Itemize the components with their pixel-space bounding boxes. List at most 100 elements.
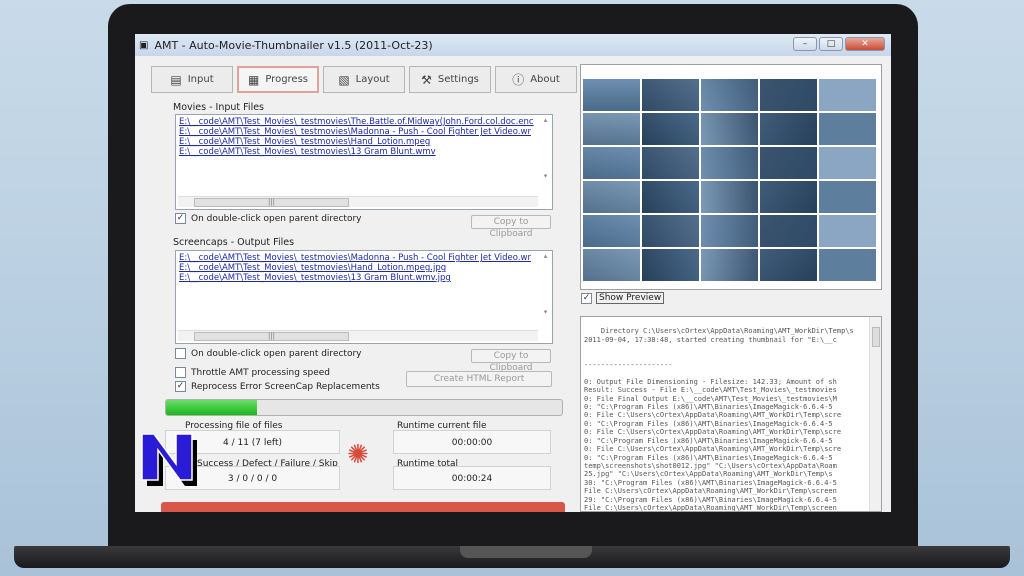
maximize-button[interactable]: □	[819, 37, 843, 51]
thumbnail-frame	[701, 79, 758, 111]
vertical-scrollbar[interactable]: ▴ ▾	[540, 116, 551, 208]
input-open-parent-row[interactable]: ✓ On double-click open parent directory	[175, 213, 362, 224]
input-files-label: Movies - Input Files	[173, 102, 264, 113]
thumbnail-frame	[760, 113, 817, 145]
reprocess-checkbox[interactable]: ✓	[175, 381, 186, 392]
window-title: AMT - Auto-Movie-Thumbnailer v1.5 (2011-…	[154, 38, 433, 52]
thumbnail-preview	[580, 64, 882, 290]
thumbnail-frame	[819, 147, 876, 179]
list-item[interactable]: E:\__code\AMT\Test_Movies\_testmovies\13…	[179, 273, 549, 283]
show-preview-label: Show Preview	[596, 292, 665, 304]
thumbnail-frame	[583, 249, 640, 281]
thumbnail-frame	[760, 79, 817, 111]
scroll-thumb[interactable]: |||	[194, 332, 349, 341]
thumbnail-frame	[642, 79, 699, 111]
thumbnail-frame	[583, 215, 640, 247]
show-preview-checkbox[interactable]: ✓	[581, 292, 592, 304]
log-output[interactable]: Directory C:\Users\cOrtex\AppData\Roamin…	[580, 316, 882, 512]
thumbnail-frame	[760, 147, 817, 179]
throttle-row[interactable]: Throttle AMT processing speed	[175, 367, 330, 378]
thumbnail-frame	[701, 181, 758, 213]
tab-layout[interactable]: ▧ Layout	[323, 66, 405, 93]
thumbnail-frame	[642, 181, 699, 213]
checkbox-label: On double-click open parent directory	[191, 348, 362, 359]
throttle-checkbox[interactable]	[175, 367, 186, 378]
close-button[interactable]: ✕	[845, 37, 885, 51]
thumbnail-frame	[819, 79, 876, 111]
stop-button[interactable]	[161, 502, 565, 512]
preview-header	[581, 65, 881, 77]
output-files-list[interactable]: E:\__code\AMT\Test_Movies\_testmovies\Ma…	[175, 250, 553, 344]
thumbnail-frame	[642, 147, 699, 179]
thumbnail-frame	[760, 181, 817, 213]
tab-input[interactable]: ▤ Input	[151, 66, 233, 93]
minimize-button[interactable]: –	[793, 37, 817, 51]
tab-label: Settings	[437, 74, 479, 85]
input-files-list[interactable]: E:\__code\AMT\Test_Movies\_testmovies\Th…	[175, 114, 553, 210]
horizontal-scrollbar[interactable]: |||	[178, 196, 538, 207]
list-item[interactable]: E:\__code\AMT\Test_Movies\_testmovies\Ma…	[179, 127, 549, 137]
progress-bar	[165, 399, 563, 416]
thumbnail-frame	[760, 215, 817, 247]
thumbnail-frame	[583, 113, 640, 145]
about-icon: ⓘ	[512, 73, 525, 87]
horizontal-scrollbar[interactable]: |||	[178, 330, 538, 341]
thumbnail-frame	[701, 249, 758, 281]
thumbnail-frame	[701, 215, 758, 247]
thumbnail-frame	[819, 181, 876, 213]
checkbox-label: Throttle AMT processing speed	[191, 367, 330, 378]
n-logo-icon	[141, 433, 197, 486]
thumbnail-frame	[642, 249, 699, 281]
thumbnail-frame	[819, 215, 876, 247]
scroll-thumb[interactable]	[872, 327, 880, 347]
log-scrollbar[interactable]	[869, 317, 881, 511]
layout-icon: ▧	[338, 72, 350, 87]
title-bar: ▣ AMT - Auto-Movie-Thumbnailer v1.5 (201…	[135, 34, 891, 56]
tab-label: About	[530, 74, 560, 85]
laptop-base	[14, 546, 1010, 568]
list-item[interactable]: E:\__code\AMT\Test_Movies\_testmovies\Ma…	[179, 253, 549, 263]
settings-icon: ⚒	[421, 72, 432, 87]
progress-icon: ▦	[247, 72, 260, 87]
thumbnail-frame	[819, 113, 876, 145]
thumbnail-frame	[642, 215, 699, 247]
runtime-total-value: 00:00:24	[393, 466, 551, 490]
thumbnail-frame	[642, 113, 699, 145]
tab-about[interactable]: ⓘ About	[495, 66, 577, 93]
thumbnail-frame	[819, 249, 876, 281]
input-copy-button[interactable]: Copy to Clipboard	[471, 215, 551, 239]
thumbnail-frame	[583, 147, 640, 179]
tab-label: Input	[187, 74, 214, 85]
thumbnail-frame	[701, 147, 758, 179]
progress-bar-fill	[166, 400, 258, 415]
app-window: ▣ AMT - Auto-Movie-Thumbnailer v1.5 (201…	[135, 34, 891, 512]
show-preview-row[interactable]: ✓ Show Preview	[581, 292, 665, 304]
list-item[interactable]: E:\__code\AMT\Test_Movies\_testmovies\Ha…	[179, 263, 549, 273]
output-open-parent-checkbox[interactable]	[175, 348, 186, 359]
input-open-parent-checkbox[interactable]: ✓	[175, 213, 186, 224]
list-item[interactable]: E:\__code\AMT\Test_Movies\_testmovies\Ha…	[179, 137, 549, 147]
runtime-current-value: 00:00:00	[393, 430, 551, 454]
tab-settings[interactable]: ⚒ Settings	[409, 66, 491, 93]
checkbox-label: On double-click open parent directory	[191, 213, 362, 224]
thumbnail-grid	[583, 79, 876, 281]
vertical-scrollbar[interactable]: ▴ ▾	[540, 252, 551, 342]
thumbnail-frame	[701, 113, 758, 145]
input-icon: ▤	[170, 72, 182, 87]
create-html-report-button[interactable]: Create HTML Report	[406, 371, 552, 387]
laptop-notch	[460, 546, 592, 558]
checkbox-label: Reprocess Error ScreenCap Replacements	[191, 381, 380, 392]
scroll-thumb[interactable]: |||	[194, 198, 349, 207]
output-copy-button[interactable]: Copy to Clipboard	[471, 349, 551, 373]
tab-bar: ▤ Input ▦ Progress ▧ Layout ⚒ Settings ⓘ Abou…	[151, 66, 577, 93]
tab-label: Layout	[355, 74, 390, 85]
thumbnail-frame	[583, 181, 640, 213]
thumbnail-frame	[583, 79, 640, 111]
tab-progress[interactable]: ▦ Progress	[237, 66, 319, 93]
list-item[interactable]: E:\__code\AMT\Test_Movies\_testmovies\13…	[179, 147, 549, 157]
list-item[interactable]: E:\__code\AMT\Test_Movies\_testmovies\Th…	[179, 117, 549, 127]
log-text: Directory C:\Users\cOrtex\AppData\Roamin…	[584, 327, 854, 512]
loading-spinner-icon: ✺	[347, 440, 369, 470]
output-open-parent-row[interactable]: On double-click open parent directory	[175, 348, 362, 359]
reprocess-row[interactable]: ✓ Reprocess Error ScreenCap Replacements	[175, 381, 380, 392]
